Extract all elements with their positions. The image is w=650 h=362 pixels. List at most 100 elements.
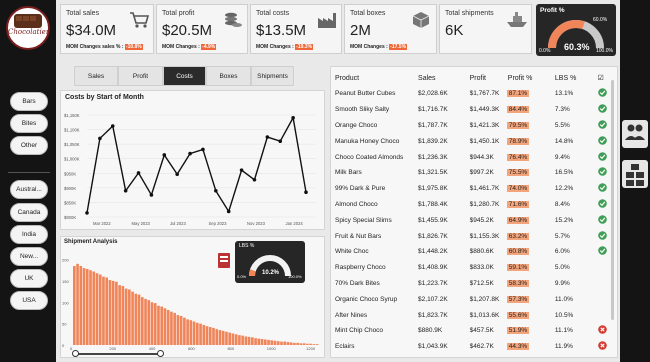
filter-country-uk[interactable]: UK bbox=[10, 269, 48, 288]
data-point[interactable] bbox=[278, 139, 283, 143]
table-row[interactable]: Mint Chip Choco $880.9K $457.5K 51.9% 11.1% bbox=[332, 323, 617, 339]
data-point[interactable] bbox=[175, 172, 179, 177]
histogram-bar[interactable] bbox=[257, 338, 261, 345]
col-header-sales[interactable]: Sales bbox=[415, 70, 467, 86]
data-point[interactable] bbox=[265, 135, 270, 139]
range-slider-handle-max[interactable] bbox=[157, 350, 164, 357]
table-row[interactable]: Fruit & Nut Bars $1,826.7K $1,155.3K 63.2% 5… bbox=[332, 228, 617, 244]
col-header-profit-pct[interactable]: Profit % bbox=[505, 70, 552, 86]
filter-country-usa[interactable]: USA bbox=[10, 291, 48, 310]
histogram-bar[interactable] bbox=[98, 274, 102, 346]
histogram-bar[interactable] bbox=[73, 265, 76, 345]
histogram-bar[interactable] bbox=[202, 324, 206, 345]
table-row[interactable]: Raspberry Choco $1,408.9K $833.0K 59.1% 5.0% bbox=[332, 260, 617, 276]
histogram-bar[interactable] bbox=[247, 336, 251, 345]
data-point[interactable] bbox=[110, 124, 115, 128]
table-row[interactable]: Smooth Sliky Salty $1,716.7K $1,449.3K 84.4… bbox=[332, 102, 617, 118]
table-scrollbar[interactable] bbox=[611, 80, 614, 320]
histogram-bar[interactable] bbox=[283, 341, 287, 345]
histogram-bar[interactable] bbox=[183, 317, 186, 345]
histogram-bar[interactable] bbox=[105, 277, 109, 345]
histogram-bar[interactable] bbox=[254, 338, 257, 345]
range-slider-track[interactable] bbox=[75, 353, 161, 355]
histogram-bar[interactable] bbox=[85, 268, 89, 345]
data-point[interactable] bbox=[98, 136, 102, 141]
histogram-bar[interactable] bbox=[111, 280, 115, 345]
tab-costs[interactable]: Costs bbox=[163, 66, 206, 86]
histogram-bar[interactable] bbox=[150, 302, 154, 345]
col-header-product[interactable]: Product bbox=[332, 70, 415, 86]
data-point[interactable] bbox=[214, 189, 218, 193]
histogram-bar[interactable] bbox=[157, 305, 160, 345]
histogram-bar[interactable] bbox=[147, 300, 151, 345]
histogram-bar[interactable] bbox=[276, 341, 280, 345]
filter-category-bars[interactable]: Bars bbox=[10, 92, 48, 111]
histogram-bar[interactable] bbox=[153, 303, 157, 345]
histogram-bar[interactable] bbox=[215, 329, 219, 345]
table-row[interactable]: 99% Dark & Pure $1,975.8K $1,461.7K 74.0% 12… bbox=[332, 181, 617, 197]
histogram-bar[interactable] bbox=[108, 280, 112, 345]
histogram-bar[interactable] bbox=[199, 323, 202, 345]
histogram-bar[interactable] bbox=[189, 320, 193, 345]
data-point[interactable] bbox=[252, 177, 257, 182]
table-row[interactable]: Peanut Butter Cubes $2,028.6K $1,767.7K 87.… bbox=[332, 86, 617, 102]
histogram-bar[interactable] bbox=[263, 339, 267, 345]
histogram-bar[interactable] bbox=[137, 294, 141, 345]
histogram-bar[interactable] bbox=[289, 342, 293, 345]
filter-country-canada[interactable]: Canada bbox=[10, 203, 48, 222]
histogram-bar[interactable] bbox=[293, 342, 296, 345]
histogram-bar[interactable] bbox=[228, 332, 232, 345]
histogram-bar[interactable] bbox=[102, 276, 105, 345]
filter-category-other[interactable]: Other bbox=[10, 136, 48, 155]
people-icon[interactable] bbox=[622, 120, 648, 148]
histogram-bar[interactable] bbox=[118, 285, 121, 345]
histogram-bar[interactable] bbox=[212, 327, 215, 345]
histogram-bar[interactable] bbox=[251, 337, 254, 345]
filter-country-australia[interactable]: Austral... bbox=[10, 180, 48, 199]
filter-country-new-zealand[interactable]: New... bbox=[10, 247, 48, 266]
histogram-bar[interactable] bbox=[82, 268, 86, 345]
histogram-bar[interactable] bbox=[238, 335, 241, 345]
table-row[interactable]: Choco Coated Almonds $1,236.3K $944.3K 76.4… bbox=[332, 149, 617, 165]
histogram-bar[interactable] bbox=[92, 271, 96, 345]
table-row[interactable]: 70% Dark Bites $1,223.7K $712.5K 58.3% 9.9% bbox=[332, 276, 617, 292]
data-point[interactable] bbox=[201, 147, 205, 152]
histogram-bar[interactable] bbox=[134, 293, 138, 345]
data-point[interactable] bbox=[291, 115, 295, 120]
histogram-bar[interactable] bbox=[299, 343, 303, 345]
histogram-bar[interactable] bbox=[95, 273, 99, 345]
histogram-bar[interactable] bbox=[244, 336, 248, 345]
histogram-bar[interactable] bbox=[186, 319, 189, 345]
histogram-bar[interactable] bbox=[273, 340, 277, 345]
table-row[interactable]: Orange Choco $1,787.7K $1,421.3K 79.5% 5.5% bbox=[332, 118, 617, 134]
tab-profit[interactable]: Profit bbox=[118, 66, 163, 86]
table-row[interactable]: Milk Bars $1,321.5K $997.2K 75.5% 16.5% bbox=[332, 165, 617, 181]
histogram-bar[interactable] bbox=[131, 291, 134, 345]
histogram-bar[interactable] bbox=[302, 343, 306, 345]
histogram-bar[interactable] bbox=[205, 326, 209, 345]
table-row[interactable]: Manuka Honey Choco $1,839.2K $1,450.1K 78.9… bbox=[332, 133, 617, 149]
histogram-bar[interactable] bbox=[312, 344, 316, 345]
histogram-bar[interactable] bbox=[218, 330, 222, 345]
filter-country-india[interactable]: India bbox=[10, 225, 48, 244]
col-header-profit[interactable]: Profit bbox=[467, 70, 505, 86]
histogram-bar[interactable] bbox=[121, 286, 125, 345]
histogram-bar[interactable] bbox=[267, 339, 270, 345]
histogram-bar[interactable] bbox=[315, 344, 319, 345]
filter-category-bites[interactable]: Bites bbox=[10, 114, 48, 133]
histogram-bar[interactable] bbox=[163, 308, 167, 345]
histogram-bar[interactable] bbox=[115, 281, 118, 345]
histogram-bar[interactable] bbox=[170, 311, 173, 345]
data-point[interactable] bbox=[85, 211, 89, 215]
histogram-bar[interactable] bbox=[225, 331, 228, 345]
histogram-bar[interactable] bbox=[260, 339, 264, 345]
table-row[interactable]: Spicy Special Slims $1,455.9K $945.2K 64.9%… bbox=[332, 212, 617, 228]
tab-shipments[interactable]: Shipments bbox=[251, 66, 294, 86]
histogram-bar[interactable] bbox=[309, 343, 312, 345]
data-point[interactable] bbox=[123, 189, 128, 193]
table-row[interactable]: Organic Choco Syrup $2,107.2K $1,207.8K 57.… bbox=[332, 291, 617, 307]
histogram-bar[interactable] bbox=[160, 306, 164, 345]
histogram-bar[interactable] bbox=[192, 321, 196, 346]
histogram-bar[interactable] bbox=[296, 342, 299, 345]
col-header-lbs-pct[interactable]: LBS % bbox=[552, 70, 595, 86]
